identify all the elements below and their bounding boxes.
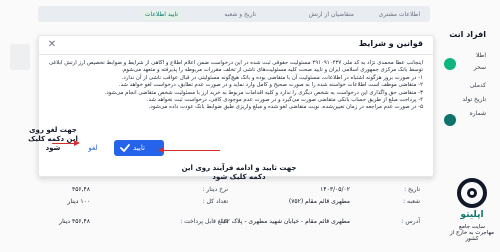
terms-paragraph: ۲- متقاضی موظف است اطلاعات خواسته شده را… xyxy=(118,82,423,89)
brand-logo: اپلیتو سایت جامع مهاجرت به خارج از کشور xyxy=(450,176,494,246)
brand-name: اپلیتو xyxy=(460,210,484,220)
close-icon[interactable]: ✕ xyxy=(45,38,59,52)
modal-title: قوانین و شرایط xyxy=(358,39,423,48)
modal-header: قوانین و شرایط ✕ xyxy=(39,36,433,55)
terms-paragraph: ۳- متقاضی حق واگذاری این درخواست به شخص … xyxy=(104,89,423,96)
confirm-annotation: جهت تایید و ادامه فرآیند روی این دکمه کل… xyxy=(181,164,297,181)
confirm-button[interactable]: تایید xyxy=(114,140,164,156)
terms-paragraph: اینجانب عطا محمدی نژاد به کد ملی ۴۹۱۰۹۱۰… xyxy=(49,60,423,74)
confirm-button-label: تایید xyxy=(133,144,145,152)
check-icon xyxy=(120,144,130,152)
terms-content: اینجانب عطا محمدی نژاد به کد ملی ۴۹۱۰۹۱۰… xyxy=(49,60,423,152)
arrow-left-icon xyxy=(158,147,164,153)
cancel-annotation-arrow xyxy=(52,143,74,144)
terms-paragraph: ۵- در صورت عدم مراجعه در زمان تعیین‌شده،… xyxy=(148,104,423,111)
cancel-button-label: لغو xyxy=(88,144,98,152)
arrow-right-icon xyxy=(74,140,80,146)
confirm-annotation-arrow xyxy=(164,150,220,151)
logo-mark-icon xyxy=(457,178,487,208)
brand-tagline: سایت جامع مهاجرت به خارج از کشور xyxy=(450,224,494,242)
